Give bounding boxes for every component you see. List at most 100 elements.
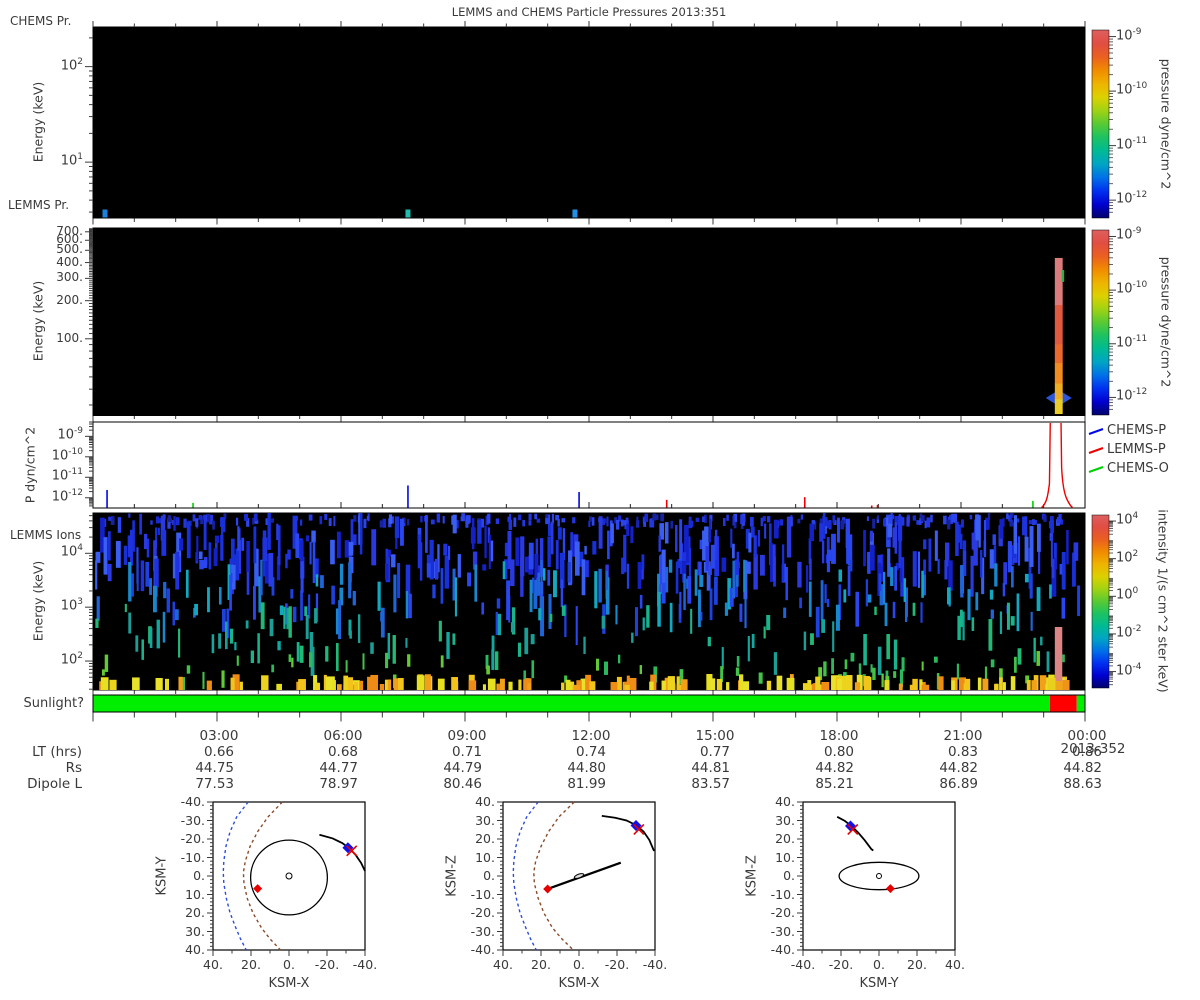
orbit2-xlabel: KSM-X [504,977,654,991]
orbit-xtick: 40. [930,958,980,972]
sunlight-segment [93,695,1050,712]
orbit-ytick: -40. [295,943,495,957]
time-tick-label: 06:00 [308,729,378,744]
time-tick-label: 12:00 [556,729,626,744]
time-tick-label: 15:00 [680,729,750,744]
ephemeris-value: 44.82 [784,761,854,776]
orbit1-xlabel: KSM-X [214,977,364,991]
ephemeris-value: 81.99 [536,777,606,792]
ephemeris-value: 78.97 [288,777,358,792]
panel4-ytick: 102 [0,652,83,668]
orbit-ytick: 30. [295,814,495,828]
ephemeris-value: 0.80 [784,745,854,760]
panel3-ytick: 10-11 [0,468,83,484]
panel1-side-label-bottom: LEMMS Pr. [8,199,69,212]
colorbar-intensity-tick: 102 [1116,550,1138,566]
panel-lemms-pressure [93,228,1085,415]
orbit-ytick: -20. [5,832,205,846]
colorbar-intensity-tick: 10-2 [1116,625,1142,641]
ephemeris-value: 77.53 [164,777,234,792]
figure: LEMMS and CHEMS Particle Pressures 2013:… [0,0,1200,1000]
ephemeris-value: 44.81 [660,761,730,776]
panel-chems-pressure [93,27,1085,218]
orbit-ytick: 20. [295,832,495,846]
orbit-ytick: 0. [295,869,495,883]
colorbar-pressure-2-tick: 10-10 [1116,281,1147,297]
colorbar-pressure-1-tick: 10-11 [1116,137,1147,153]
ephemeris-value: 88.63 [1032,777,1102,792]
colorbar-intensity-tick: 10-4 [1116,663,1142,679]
panel3-ytick: 10-12 [0,489,83,505]
orbit-ytick: 30. [5,925,205,939]
orbit3-xlabel: KSM-Y [804,977,954,991]
orbit-ytick: 0. [595,869,795,883]
sunlight-segment [1050,695,1077,712]
orbit-ytick: -10. [5,851,205,865]
panel3-ytick: 10-9 [0,427,83,443]
orbit-ytick: -10. [295,888,495,902]
ephemeris-value: 83.57 [660,777,730,792]
panel2-ytick: 200. [0,294,83,307]
orbit-xtick: -40. [340,958,390,972]
orbit-ytick: -20. [295,906,495,920]
event-position-marker [886,884,895,893]
ephemeris-value: 85.21 [784,777,854,792]
sunlight-label: Sunlight? [0,697,84,711]
orbit-ytick: 20. [595,832,795,846]
colorbar-pressure-2-tick: 10-11 [1116,335,1147,351]
ephemeris-value: 0.83 [908,745,978,760]
time-tick-label: 09:00 [432,729,502,744]
panel2-ytick: 400. [0,256,83,269]
ephemeris-value: 80.46 [412,777,482,792]
ephemeris-row-label-dipole: Dipole L [0,777,82,792]
ephemeris-row-label-lt: LT (hrs) [0,745,82,760]
colorbar-pressure-2 [1092,230,1109,415]
orbit-ytick: -10. [595,888,795,902]
ephemeris-value: 44.77 [288,761,358,776]
orbit-ytick: 10. [5,888,205,902]
orbit-ytick: -30. [295,925,495,939]
orbit-ytick: -30. [595,925,795,939]
orbit-ytick: 40. [295,795,495,809]
panel-pressure-lines [93,422,1085,508]
colorbar-pressure-1 [1092,30,1109,218]
colorbar1-label: pressure dyne/cm^2 [1159,59,1174,190]
ephemeris-value: 44.82 [908,761,978,776]
time-tick-label: 03:00 [184,729,254,744]
ephemeris-value: 0.71 [412,745,482,760]
time-tick-label: 21:00 [928,729,998,744]
orbit-ytick: -30. [5,814,205,828]
ephemeris-row-label-rs: Rs [0,761,82,776]
ephemeris-value: 0.86 [1032,745,1102,760]
ephemeris-value: 0.68 [288,745,358,760]
panel1-ylabel: Energy (keV) [31,82,46,163]
event-position-marker [253,884,262,893]
orbit-ytick: 10. [595,851,795,865]
panel2-ytick: 300. [0,271,83,284]
orbit-ytick: 40. [595,795,795,809]
orbit-ytick: -40. [595,943,795,957]
colorbar-intensity [1092,515,1109,688]
panel1-side-label-top: CHEMS Pr. [10,15,71,28]
colorbar2-label: pressure dyne/cm^2 [1159,257,1174,388]
colorbar-pressure-1-tick: 10-10 [1116,82,1147,98]
panel4-ytick: 103 [0,598,83,614]
ephemeris-value: 0.66 [164,745,234,760]
panel2-ytick: 100. [0,332,83,345]
ephemeris-value: 44.79 [412,761,482,776]
legend-item-lemms-p: LEMMS-P [1107,443,1166,457]
orbit-ytick: 0. [5,869,205,883]
ephemeris-value: 44.75 [164,761,234,776]
time-tick-label: 18:00 [804,729,874,744]
ephemeris-value: 44.80 [536,761,606,776]
sunlight-segment [1077,695,1085,712]
colorbar-pressure-2-tick: 10-9 [1116,227,1142,243]
panel1-ytick: 101 [0,153,83,169]
colorbar-intensity-tick: 104 [1116,512,1138,528]
orbit-ytick: -20. [595,906,795,920]
legend-item-chems-o: CHEMS-O [1107,462,1169,476]
ephemeris-value: 44.82 [1032,761,1102,776]
event-position-marker [543,884,552,893]
colorbar-pressure-2-tick: 10-12 [1116,388,1147,404]
panel1-ytick: 102 [0,58,83,74]
